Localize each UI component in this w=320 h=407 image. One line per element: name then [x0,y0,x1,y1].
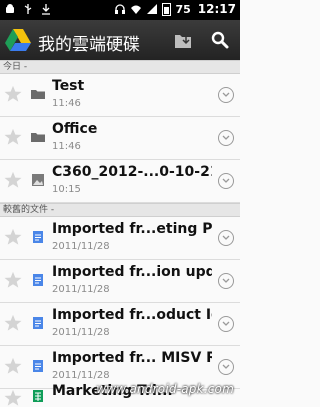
item-name: Office [52,121,98,137]
item-date: 2011/11/28 [52,284,110,295]
list-item[interactable]: Test 11:46 [0,74,240,117]
list-item[interactable]: Imported fr...ion update 2011/11/28 [0,260,240,303]
chevron-down-icon [222,364,230,369]
item-date: 2011/11/28 [52,327,110,338]
item-name: Imported fr...oduct Idea [52,307,212,323]
item-date: 2011/11/28 [52,241,110,252]
star-icon[interactable] [4,171,22,189]
item-date: 11:46 [52,141,81,152]
list-item[interactable]: Office 11:46 [0,117,240,160]
chevron-down-icon [222,321,230,326]
item-menu-button[interactable] [218,87,234,103]
item-menu-button[interactable] [218,130,234,146]
star-icon[interactable] [4,314,22,332]
chevron-down-icon [222,92,230,97]
page-title: 我的雲端硬碟 [38,35,140,55]
item-date: 11:46 [52,98,81,109]
star-icon[interactable] [4,357,22,375]
folder-icon [31,90,45,99]
list-item[interactable]: Imported fr...oduct Idea 2011/11/28 [0,303,240,346]
item-menu-button[interactable] [218,359,234,375]
document-icon [33,231,43,243]
item-name: Imported fr...ion update [52,264,212,280]
section-header-older: 較舊的文件 - [0,203,240,217]
document-icon [33,360,43,372]
clock: 12:17 [197,2,236,16]
spreadsheet-icon [33,390,43,402]
chevron-down-icon [222,278,230,283]
headphones-icon [115,4,126,14]
section-header-today: 今日 - [0,60,240,74]
star-icon[interactable] [4,228,22,246]
download-icon [42,4,50,15]
wifi-icon [131,5,142,14]
star-icon[interactable] [4,128,22,146]
item-name: Imported fr...eting Plan [52,221,212,237]
list-item[interactable]: C360_2012-...0-10-21.jpg 10:15 [0,160,240,203]
usb-icon [24,4,32,14]
signal-icon [147,4,158,14]
status-bar: 75 12:17 [0,0,240,20]
item-name: Test [52,78,85,94]
google-drive-logo-icon[interactable] [4,27,32,53]
star-icon[interactable] [4,271,22,289]
chevron-down-icon [222,235,230,240]
item-menu-button[interactable] [218,230,234,246]
item-name: C360_2012-...0-10-21.jpg [52,164,212,180]
battery-icon [162,2,172,16]
chevron-down-icon [222,135,230,140]
item-menu-button[interactable] [218,316,234,332]
upload-button[interactable] [169,26,197,54]
document-icon [33,317,43,329]
android-icon [6,4,14,13]
status-icons: 75 12:17 [114,2,236,16]
watermark: www.android-apk.com [96,382,234,396]
item-name: Imported fr... MISV Rule [52,350,212,366]
item-date: 10:15 [52,184,81,195]
battery-level: 75 [175,2,191,16]
star-icon[interactable] [4,85,22,103]
notification-icons [4,3,52,15]
search-icon [211,31,229,49]
list-item[interactable]: Imported fr...eting Plan 2011/11/28 [0,217,240,260]
upload-icon [175,35,191,48]
chevron-down-icon [222,178,230,183]
document-icon [33,274,43,286]
action-bar: 我的雲端硬碟 [0,20,240,60]
folder-icon [31,133,45,142]
search-button[interactable] [206,26,234,54]
image-icon [32,174,44,186]
item-date: 2011/11/28 [52,370,110,381]
item-menu-button[interactable] [218,273,234,289]
star-icon[interactable] [4,389,22,407]
item-menu-button[interactable] [218,173,234,189]
